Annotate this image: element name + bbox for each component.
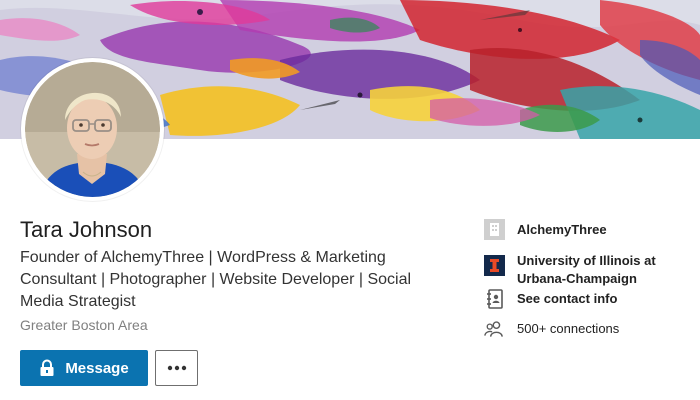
avatar[interactable] bbox=[21, 58, 164, 201]
profile-location: Greater Boston Area bbox=[20, 317, 148, 333]
contact-info-label: See contact info bbox=[517, 290, 618, 306]
profile-name: Tara Johnson bbox=[20, 217, 153, 242]
education-school[interactable]: University of Illinois at Urbana-Champai… bbox=[484, 252, 656, 288]
company-name: AlchemyThree bbox=[517, 221, 607, 237]
lock-icon bbox=[40, 359, 54, 376]
connections-count: 500+ connections bbox=[517, 320, 620, 336]
address-book-icon bbox=[484, 288, 505, 309]
people-icon bbox=[484, 318, 505, 339]
ellipsis-icon bbox=[167, 365, 186, 371]
message-button[interactable]: Message bbox=[20, 350, 148, 386]
message-button-label: Message bbox=[65, 359, 129, 377]
profile-headline: Founder of AlchemyThree | WordPress & Ma… bbox=[20, 249, 412, 310]
more-actions-button[interactable] bbox=[155, 350, 198, 386]
school-name-line2: Urbana-Champaign bbox=[517, 271, 637, 286]
company-logo-icon bbox=[484, 219, 505, 240]
school-name-line1: University of Illinois at bbox=[517, 253, 656, 268]
profile-card: Tara Johnson Founder of AlchemyThree | W… bbox=[0, 0, 700, 400]
profile-photo bbox=[25, 62, 160, 197]
current-company[interactable]: AlchemyThree bbox=[484, 219, 607, 240]
contact-info-link[interactable]: See contact info bbox=[484, 288, 617, 309]
connections-link[interactable]: 500+ connections bbox=[484, 318, 619, 339]
illinois-logo-icon bbox=[484, 255, 505, 276]
school-name: University of Illinois at Urbana-Champai… bbox=[517, 252, 656, 288]
